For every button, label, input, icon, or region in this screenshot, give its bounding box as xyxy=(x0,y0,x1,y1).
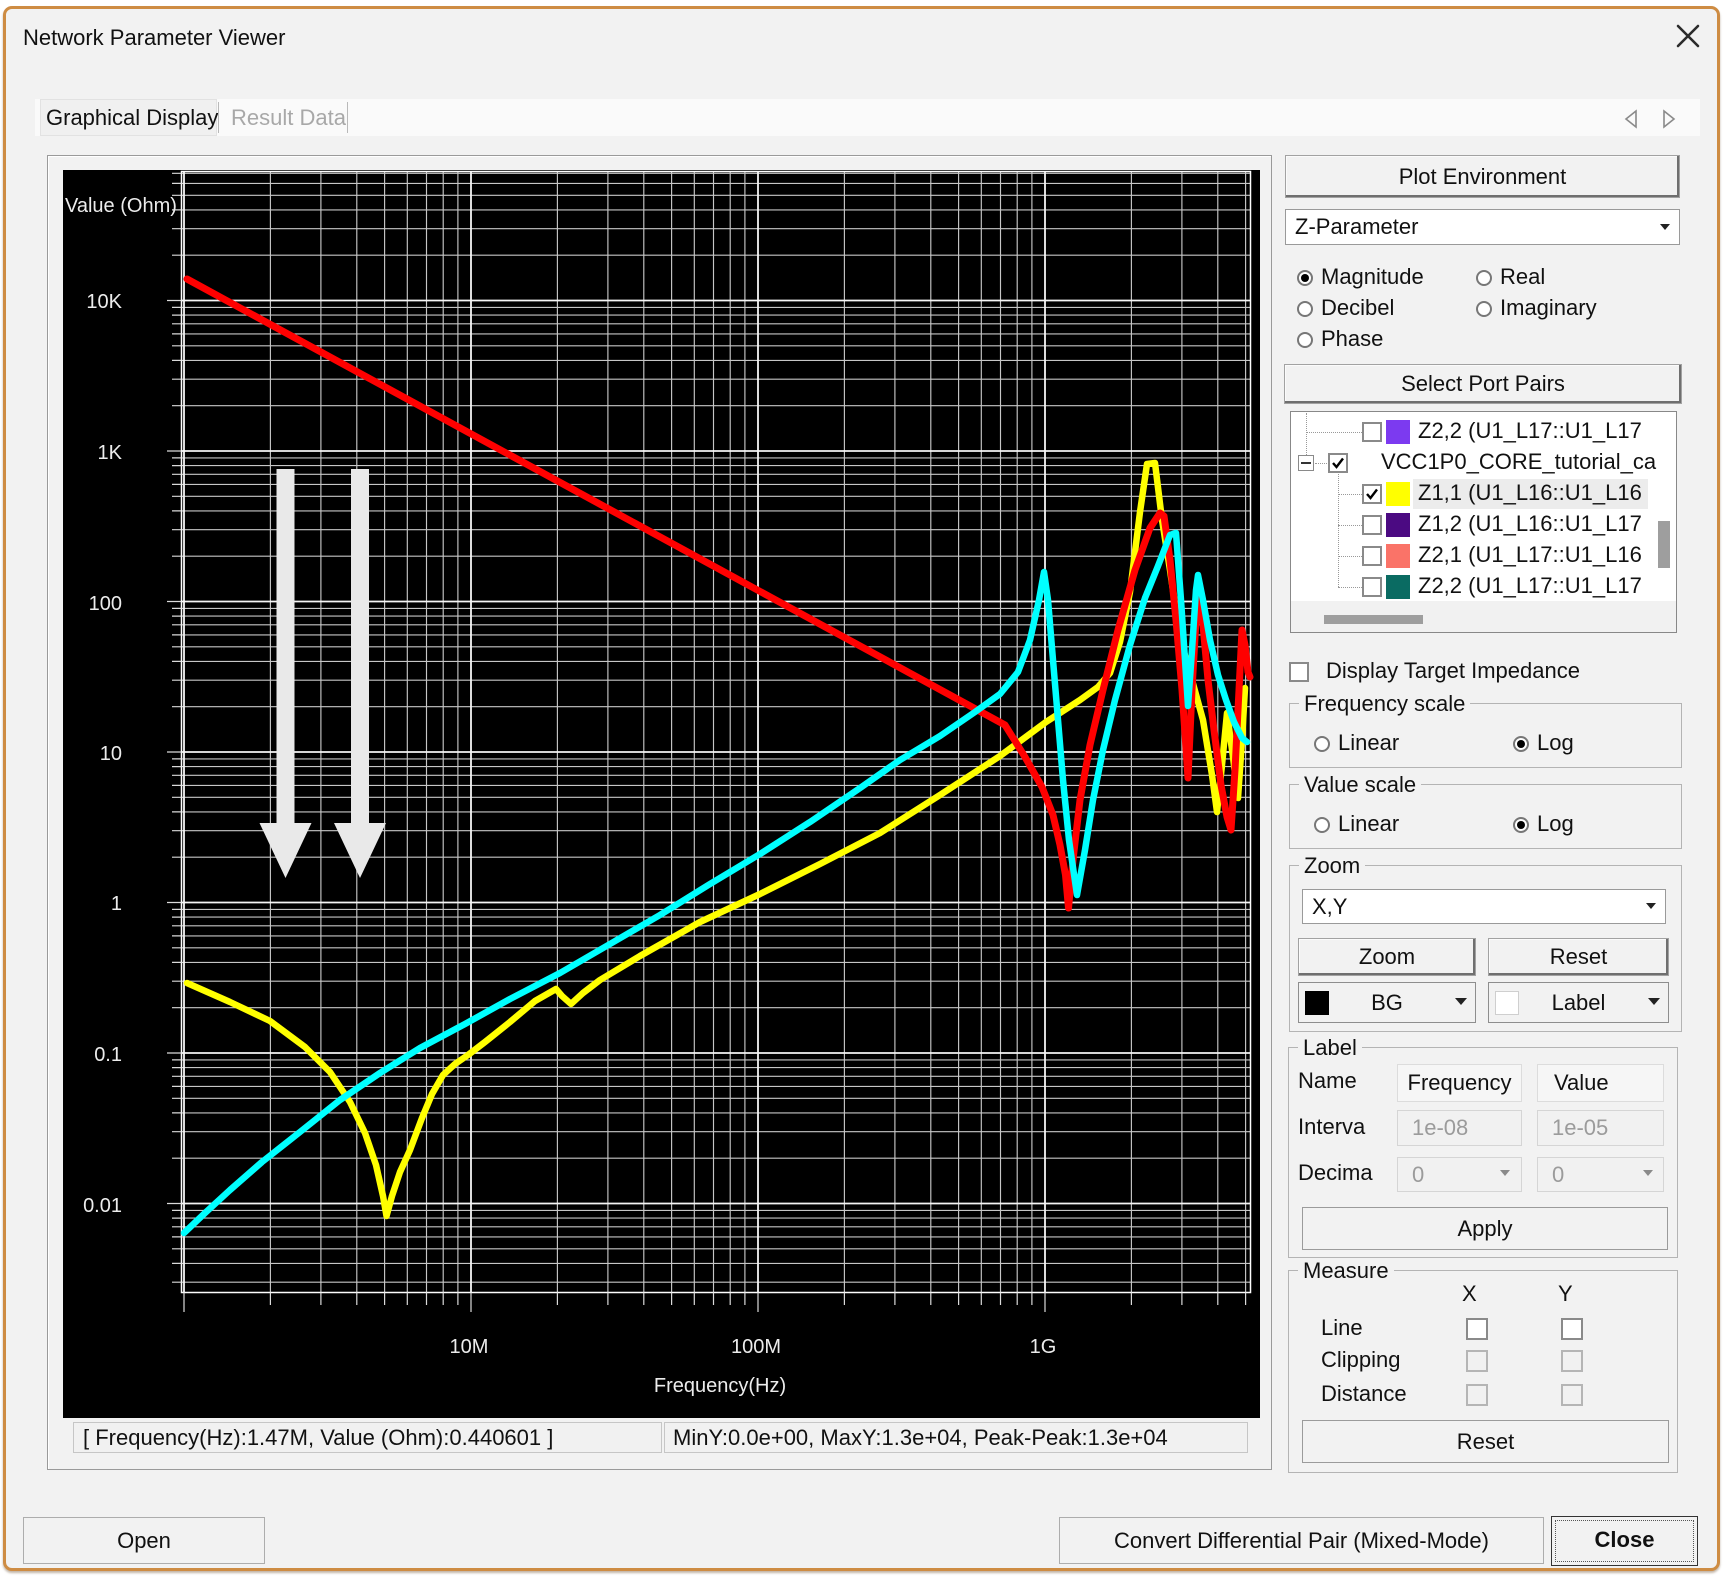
svg-text:10M: 10M xyxy=(450,1336,489,1358)
svg-text:10: 10 xyxy=(100,743,122,765)
svg-text:1: 1 xyxy=(111,893,122,915)
svg-text:Frequency(Hz): Frequency(Hz) xyxy=(654,1375,786,1397)
svg-text:0.1: 0.1 xyxy=(94,1044,122,1066)
svg-text:10K: 10K xyxy=(86,291,122,313)
svg-text:1G: 1G xyxy=(1030,1336,1057,1358)
svg-text:Value (Ohm): Value (Ohm) xyxy=(65,195,177,217)
svg-text:100M: 100M xyxy=(731,1336,781,1358)
svg-text:100: 100 xyxy=(89,593,122,615)
svg-text:0.01: 0.01 xyxy=(83,1195,122,1217)
svg-text:1K: 1K xyxy=(98,442,123,464)
